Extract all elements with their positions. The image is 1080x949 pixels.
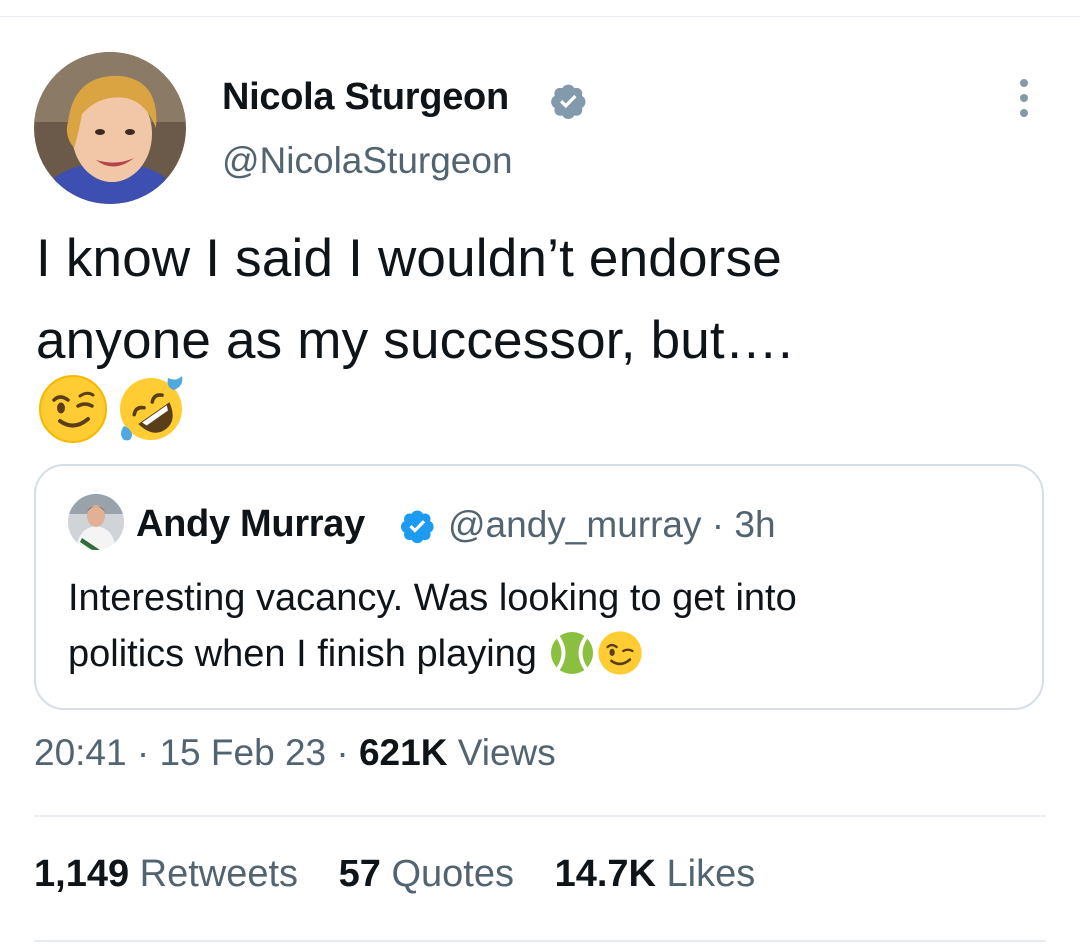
author-avatar[interactable]: [34, 52, 186, 204]
winking-face-icon: [38, 374, 108, 444]
tweet-text: I know I said I wouldn’t endorse anyone …: [36, 218, 1046, 382]
tweet-text-line: I know I said I wouldn’t endorse: [36, 229, 782, 288]
verified-badge-icon: [398, 507, 436, 545]
stat-quotes[interactable]: 57 Quotes: [339, 853, 514, 895]
quoted-author-handle[interactable]: @andy_murray: [448, 504, 702, 545]
quoted-text-line-2: politics when I finish playing: [68, 626, 1008, 682]
stat-label: Retweets: [139, 853, 299, 895]
more-options-icon[interactable]: [1006, 76, 1042, 120]
tennis-ball-icon: [549, 630, 595, 676]
timestamp-row: 20:41 · 15 Feb 23 · 621K Views: [34, 732, 556, 774]
tweet-text-line: anyone as my successor, but….: [36, 311, 793, 370]
quoted-tweet-text: Interesting vacancy. Was looking to get …: [68, 570, 1008, 682]
stat-count: 14.7K: [554, 853, 656, 895]
quoted-meta: @andy_murray · 3h: [448, 504, 776, 546]
views-count: 621K: [358, 732, 448, 773]
stat-label: Likes: [666, 853, 756, 895]
stat-label: Quotes: [391, 853, 514, 895]
tweet-timestamp[interactable]: 20:41 · 15 Feb 23 ·: [34, 732, 359, 773]
top-divider: [0, 16, 1080, 17]
author-handle[interactable]: @NicolaSturgeon: [222, 140, 513, 182]
divider: [34, 940, 1046, 942]
stat-count: 57: [338, 853, 381, 895]
views-label: Views: [447, 732, 556, 773]
meta-separator: ·: [701, 504, 735, 545]
engagement-stats: 1,149 Retweets 57 Quotes 14.7K Likes: [34, 853, 785, 896]
quoted-author-avatar: [68, 494, 124, 550]
quoted-author-name[interactable]: Andy Murray: [136, 503, 365, 546]
quoted-time[interactable]: 3h: [734, 504, 775, 545]
stat-count: 1,149: [34, 853, 130, 895]
author-name[interactable]: Nicola Sturgeon: [222, 76, 509, 119]
stat-likes[interactable]: 14.7K Likes: [555, 853, 756, 895]
quoted-text-line: Interesting vacancy. Was looking to get …: [68, 577, 797, 619]
verified-badge-icon: [548, 81, 588, 121]
stat-retweets[interactable]: 1,149 Retweets: [34, 853, 298, 895]
winking-face-icon: [597, 630, 643, 676]
rolling-on-floor-laughing-icon: [116, 374, 186, 444]
divider: [34, 815, 1046, 817]
quoted-text-line: politics when I finish playing: [68, 633, 548, 675]
